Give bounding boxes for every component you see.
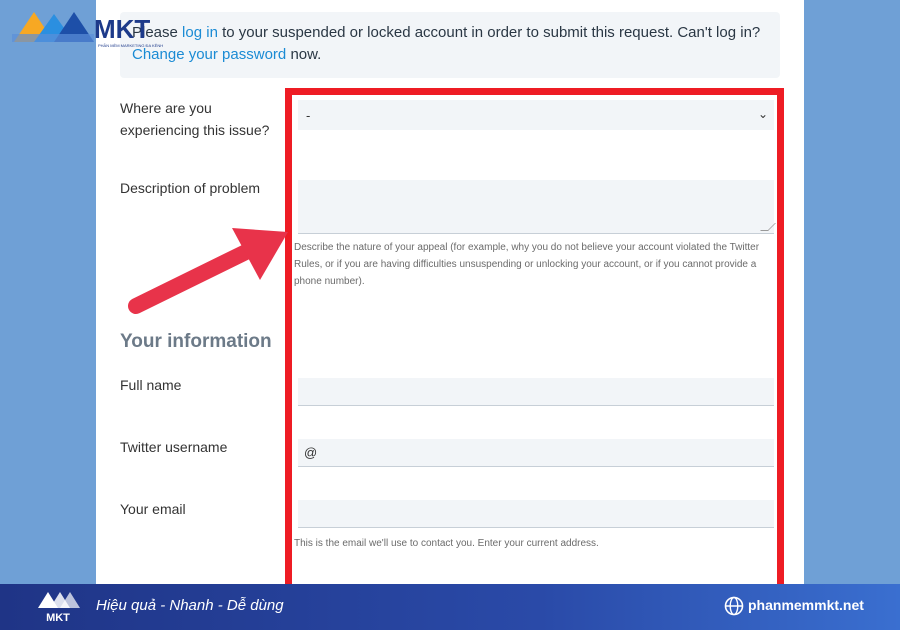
login-notice: Please log in to your suspended or locke… <box>120 12 780 78</box>
logo-tagline: PHẦN MỀM MARKETING ĐA KÊNH <box>98 43 164 48</box>
issue-location-value: - <box>306 107 311 123</box>
login-link[interactable]: log in <box>182 24 218 41</box>
slogan: Hiệu quả - Nhanh - Dễ dùng <box>96 597 284 614</box>
description-label: Description of problem <box>120 180 261 196</box>
arrow-icon <box>128 228 288 314</box>
background-left <box>0 0 96 584</box>
section-title: Your information <box>120 331 272 352</box>
email-input[interactable] <box>298 500 774 528</box>
notice-middle: to your suspended or locked account in o… <box>222 24 761 41</box>
globe-icon <box>724 596 744 616</box>
description-textarea[interactable] <box>298 180 776 234</box>
email-label: Your email <box>120 501 186 517</box>
footer-banner: MKT Hiệu quả - Nhanh - Dễ dùng phanmemmk… <box>0 584 900 630</box>
resize-handle-icon[interactable] <box>760 223 776 231</box>
mkt-logo-icon <box>12 12 94 42</box>
footer-logo-text: MKT <box>46 612 70 624</box>
mkt-logo: MKT PHẦN MỀM MARKETING ĐA KÊNH <box>12 8 163 48</box>
issue-location-label: Where are you experiencing this issue? <box>120 100 270 138</box>
issue-location-select[interactable]: - ⌄ <box>298 100 774 130</box>
change-password-link[interactable]: Change your password <box>132 46 286 63</box>
background-right <box>804 0 900 584</box>
username-label: Twitter username <box>120 439 228 455</box>
username-prefix: @ <box>304 445 318 460</box>
description-help: Describe the nature of your appeal (for … <box>294 242 760 287</box>
full-name-label: Full name <box>120 377 182 393</box>
footer-logo-icon: MKT <box>38 592 80 624</box>
username-input[interactable]: @ <box>298 439 774 467</box>
full-name-input[interactable] <box>298 378 774 406</box>
email-help: This is the email we'll use to contact y… <box>294 538 599 549</box>
notice-suffix: now. <box>290 46 322 63</box>
website-link[interactable]: phanmemmkt.net <box>748 597 864 613</box>
logo-text: MKT <box>94 14 151 44</box>
chevron-down-icon: ⌄ <box>757 107 768 121</box>
